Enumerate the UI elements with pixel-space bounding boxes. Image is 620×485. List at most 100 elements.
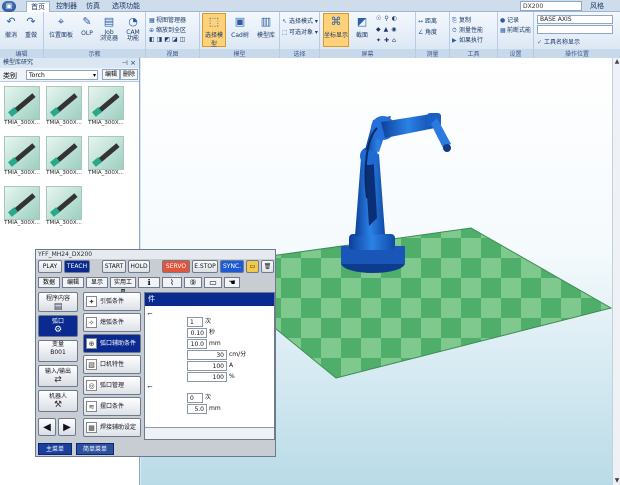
screen-tool-icons-row1[interactable]: ☉⚲◐ <box>376 15 400 22</box>
section-icon: ◩ <box>356 15 368 28</box>
distance-item[interactable]: ↔ 距离 <box>418 16 437 25</box>
tool-icon[interactable]: ℹ <box>138 277 160 288</box>
tab-display[interactable]: 显示 <box>86 277 108 288</box>
coordinate-display-button[interactable]: ⌘ 坐标显示 <box>323 13 349 47</box>
arrange-item[interactable]: ▦前断式能 <box>500 25 531 34</box>
numbers-icon[interactable]: ⑨ <box>184 277 202 288</box>
trash-icon[interactable]: 🗑 <box>261 260 274 273</box>
distance-field[interactable]: 10.0 <box>187 339 207 349</box>
zoom-all-item[interactable]: ⊕ 缩放到全区 <box>149 25 186 34</box>
tab-simulation[interactable]: 仿真 <box>82 1 104 12</box>
robot-button[interactable]: 机器人 ⚒ <box>38 390 78 412</box>
model-thumbnail[interactable]: TMIA_300X... <box>86 86 126 128</box>
arc-end-condition-button[interactable]: ✧ 熄弧条件 <box>83 313 141 332</box>
io-button[interactable]: 输入/输出 ⇄ <box>38 365 78 387</box>
teach-button[interactable]: TEACH <box>64 260 90 273</box>
tab-controller[interactable]: 控制器 <box>52 1 81 12</box>
arc-aux-condition-button[interactable]: ⊕ 弧口辅助条件 <box>83 334 141 353</box>
monitor-icon[interactable]: ▭ <box>204 277 222 288</box>
graph-icon[interactable]: ⌇ <box>162 277 182 288</box>
selectable-objects-dropdown[interactable]: ⬚可选对象 ▾ <box>282 27 318 36</box>
weld-aux-icon: ▦ <box>86 422 97 433</box>
simple-menu-button[interactable]: 简单菜单 <box>76 443 114 455</box>
page-left-button[interactable]: ◀ <box>38 418 56 436</box>
count-field[interactable]: 0 <box>187 393 203 403</box>
pin-close-icon[interactable]: ⊣ × <box>122 58 136 68</box>
speed-field[interactable]: 30 <box>187 350 227 360</box>
weld-aux-setting-button[interactable]: ▦ 焊接辅助设定 <box>83 418 141 437</box>
sync-button[interactable]: SYNC. <box>220 260 244 273</box>
model-library-button[interactable]: ▥ 模型库 <box>254 14 278 39</box>
copy-item[interactable]: ⎘ 复制 <box>452 15 471 25</box>
model-thumbnail[interactable]: TMIA_300X... <box>2 186 42 228</box>
position-panel-button[interactable]: ⌖ 位置面板 <box>48 14 74 39</box>
servo-on-button[interactable]: SERVO ON <box>162 260 190 282</box>
arc-button[interactable]: 弧口 ⚙ <box>38 315 78 337</box>
content-footer <box>145 427 274 439</box>
hand-icon[interactable]: ☚ <box>224 277 240 288</box>
time-field[interactable]: 0.10 <box>187 328 207 338</box>
machine-char-button[interactable]: ▧ 口机特性 <box>83 355 141 374</box>
angle-item[interactable]: ∠ 角度 <box>418 27 437 36</box>
delete-button[interactable]: 删除 <box>120 69 139 80</box>
current-field[interactable]: 100 <box>187 361 227 371</box>
scroll-up-icon[interactable]: ▲ <box>613 58 620 66</box>
edit-button[interactable]: 编辑 <box>102 69 121 80</box>
model-thumbnail[interactable]: TMIA_300X... <box>86 136 126 178</box>
category-bar: 类别 Torch ▾ 编辑 删除 <box>0 68 139 82</box>
operation-input-box[interactable] <box>537 25 613 34</box>
program-content-button[interactable]: 程序内容 ▤ <box>38 292 78 312</box>
olp-button[interactable]: ✎ OLP <box>78 14 96 37</box>
folder-icon[interactable]: ▭ <box>246 260 259 273</box>
play-button[interactable]: PLAY <box>38 260 62 273</box>
unit-label: mm <box>209 340 221 347</box>
controller-combo[interactable]: DX200 <box>520 1 582 11</box>
viewport-scrollbar[interactable]: ▲ ▼ <box>612 58 620 485</box>
cad-tree-button[interactable]: ▣ Cad树 <box>228 14 252 39</box>
undo-button[interactable]: ↶ 撤消 <box>2 14 20 39</box>
model-thumbnail[interactable]: TMIA_300X... <box>2 86 42 128</box>
view-direction-icons[interactable]: ◧◨◩◪◫ <box>149 36 187 43</box>
section-view-button[interactable]: ◩ 截面 <box>352 14 372 39</box>
weaving-condition-button[interactable]: ≋ 摆口条件 <box>83 397 141 416</box>
model-thumbnail[interactable]: TMIA_300X... <box>44 86 84 128</box>
scroll-down-icon[interactable]: ▼ <box>613 477 620 485</box>
job-browser-button[interactable]: ▤ Job 浏览器 <box>98 14 120 42</box>
tab-utility[interactable]: 实用工具 <box>110 277 136 296</box>
start-button[interactable]: START <box>102 260 126 273</box>
base-axis-combo[interactable]: BASE AXIS <box>537 15 613 24</box>
arc-start-condition-button[interactable]: ✦ 引弧条件 <box>83 292 141 311</box>
length-field[interactable]: 5.0 <box>187 404 207 414</box>
cam-button[interactable]: ◔ CAM 功能 <box>122 14 144 42</box>
tab-home[interactable]: 首页 <box>26 1 50 12</box>
style-menu[interactable]: 风格 <box>586 1 608 12</box>
record-item[interactable]: ● 记录 <box>500 15 519 24</box>
model-thumbnail[interactable]: TMIA_300X... <box>2 136 42 178</box>
tab-data[interactable]: 数据 <box>38 277 60 288</box>
screen-tool-icons-row3[interactable]: ✦✚⌂ <box>376 37 399 44</box>
copy-icon: ⎘ <box>452 17 457 24</box>
measure-performance-item[interactable]: ⏱ 测量性能 <box>452 25 483 35</box>
group-label-operation: 操作位置 <box>534 49 620 58</box>
model-thumbnail[interactable]: TMIA_300X... <box>44 136 84 178</box>
tab-options[interactable]: 选项功能 <box>108 1 144 12</box>
tool-name-display-item[interactable]: ✓ 工具名称显示 <box>537 37 580 46</box>
select-mode-dropdown[interactable]: ↖ 选择模式 ▾ <box>282 16 318 25</box>
tab-edit[interactable]: 编辑 <box>62 277 84 288</box>
arc-management-button[interactable]: ◎ 弧口管理 <box>83 376 141 395</box>
main-menu-button[interactable]: 主菜单 <box>38 443 72 455</box>
hold-button[interactable]: HOLD <box>128 260 150 273</box>
voltage-field[interactable]: 100 <box>187 372 227 382</box>
retry-count-field[interactable]: 1 <box>187 317 203 327</box>
redo-button[interactable]: ↷ 重做 <box>22 14 40 39</box>
page-right-button[interactable]: ▶ <box>58 418 76 436</box>
shortcut-exec-item[interactable]: ▶ 如果执行 <box>452 35 483 44</box>
screen-tool-icons-row2[interactable]: ◆▲◉ <box>376 26 399 33</box>
view-manager-item[interactable]: ▦视图管理器 <box>149 15 186 24</box>
category-select[interactable]: Torch ▾ <box>26 70 98 80</box>
select-model-button[interactable]: ⬚ 选择模型 <box>202 13 226 48</box>
app-menu-icon[interactable]: ▣ <box>2 1 16 12</box>
model-thumbnail[interactable]: TMIA_300X... <box>44 186 84 228</box>
estop-button[interactable]: E.STOP <box>192 260 218 273</box>
variable-button[interactable]: 变量 B001 <box>38 340 78 362</box>
